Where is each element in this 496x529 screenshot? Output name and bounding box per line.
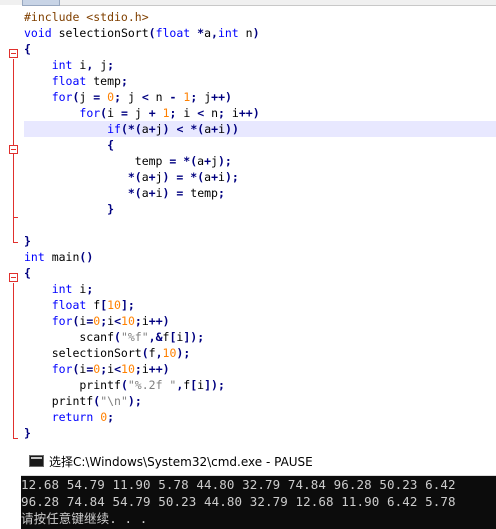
- code-line[interactable]: for(i = j + 1; i < n; i++): [24, 105, 496, 121]
- code-line[interactable]: }: [24, 425, 496, 441]
- code-line[interactable]: int i;: [24, 281, 496, 297]
- code-line[interactable]: [24, 217, 496, 233]
- fold-line: [13, 283, 14, 438]
- code-line[interactable]: {: [24, 137, 496, 153]
- fold-collapse-icon[interactable]: [9, 145, 18, 154]
- console-output-line: 12.68 54.79 11.90 5.78 44.80 32.79 74.84…: [21, 477, 456, 492]
- console-title: 选择C:\Windows\System32\cmd.exe - PAUSE: [49, 455, 313, 469]
- code-line[interactable]: *(a+j) = *(a+i);: [24, 169, 496, 185]
- fold-collapse-icon[interactable]: [9, 273, 18, 282]
- fold-collapse-icon[interactable]: [9, 49, 18, 58]
- code-line[interactable]: #include <stdio.h>: [24, 9, 496, 25]
- code-line[interactable]: *(a+i) = temp;: [24, 185, 496, 201]
- fold-gutter: [0, 5, 22, 441]
- fold-end-marker: [13, 438, 18, 439]
- console-output-line: 请按任意键继续. . .: [21, 511, 148, 526]
- code-line[interactable]: void selectionSort(float *a,int n): [24, 25, 496, 41]
- code-line-current[interactable]: if(*(a+j) < *(a+i)): [24, 121, 496, 137]
- code-line[interactable]: temp = *(a+j);: [24, 153, 496, 169]
- cmd-icon: [29, 455, 44, 467]
- code-line[interactable]: int main(): [24, 249, 496, 265]
- code-line[interactable]: {: [24, 265, 496, 281]
- code-line[interactable]: printf("\n");: [24, 393, 496, 409]
- code-editor[interactable]: #include <stdio.h> void selectionSort(flo…: [0, 0, 496, 441]
- code-line[interactable]: float f[10];: [24, 297, 496, 313]
- code-line[interactable]: for(i=0;i<10;i++): [24, 361, 496, 377]
- editor-tab-strip: [0, 0, 496, 6]
- code-line[interactable]: selectionSort(f,10);: [24, 345, 496, 361]
- console-output-line: 96.28 74.84 54.79 50.23 44.80 32.79 12.6…: [21, 494, 456, 509]
- code-line[interactable]: for(j = 0; j < n - 1; j++): [24, 89, 496, 105]
- code-line[interactable]: }: [24, 233, 496, 249]
- code-line[interactable]: int i, j;: [24, 57, 496, 73]
- cmd-console-window[interactable]: 选择C:\Windows\System32\cmd.exe - PAUSE 12…: [21, 447, 496, 529]
- code-line[interactable]: }: [24, 201, 496, 217]
- fold-end-marker: [13, 217, 18, 218]
- code-line[interactable]: printf("%.2f ",f[i]);: [24, 377, 496, 393]
- code-line[interactable]: {: [24, 41, 496, 57]
- fold-end-marker: [13, 242, 18, 243]
- code-line[interactable]: for(i=0;i<10;i++): [24, 313, 496, 329]
- code-line[interactable]: return 0;: [24, 409, 496, 425]
- code-line[interactable]: scanf("%f",&f[i]);: [24, 329, 496, 345]
- editor-tab[interactable]: [22, 0, 60, 6]
- console-titlebar[interactable]: 选择C:\Windows\System32\cmd.exe - PAUSE: [21, 447, 496, 476]
- code-line[interactable]: float temp;: [24, 73, 496, 89]
